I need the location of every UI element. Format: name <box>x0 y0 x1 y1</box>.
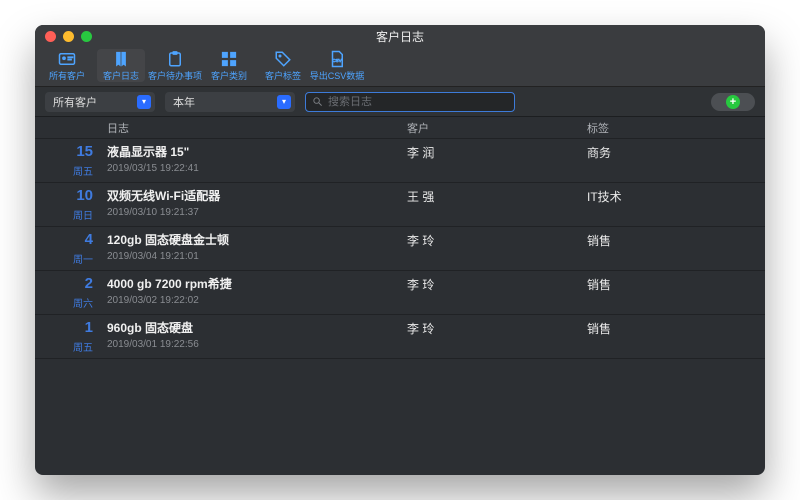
row-title: 液晶显示器 15" <box>107 143 407 160</box>
row-weekday: 周五 <box>73 339 93 354</box>
row-client: 李 玲 <box>407 276 434 293</box>
row-day: 1 <box>85 319 93 336</box>
row-day: 4 <box>85 231 93 248</box>
id-card-icon <box>58 50 76 68</box>
toolbar-client-tags[interactable]: 客户标签 <box>259 49 307 82</box>
client-filter-select[interactable]: 所有客户 ▾ <box>45 92 155 112</box>
toolbar-export-csv[interactable]: CSV 导出CSV数据 <box>313 49 361 82</box>
titlebar: 客户日志 <box>35 25 765 47</box>
row-day: 10 <box>76 187 93 204</box>
bookmarks-icon <box>112 50 130 68</box>
row-title: 960gb 固态硬盘 <box>107 319 407 336</box>
csv-file-icon: CSV <box>328 50 346 68</box>
select-value: 所有客户 <box>53 94 97 110</box>
toolbar-client-logs[interactable]: 客户日志 <box>97 49 145 82</box>
plus-icon: + <box>726 95 740 109</box>
row-title: 120gb 固态硬盘金士顿 <box>107 231 407 248</box>
row-tag: 销售 <box>587 320 611 337</box>
dropdown-arrow-icon: ▾ <box>277 95 291 109</box>
row-timestamp: 2019/03/15 19:22:41 <box>107 163 407 174</box>
toolbar-label: 客户类别 <box>211 69 247 82</box>
period-filter-select[interactable]: 本年 ▾ <box>165 92 295 112</box>
row-weekday: 周日 <box>73 207 93 222</box>
add-log-button[interactable]: + <box>711 93 755 111</box>
toolbar-label: 所有客户 <box>49 69 85 82</box>
row-tag: 销售 <box>587 276 611 293</box>
toolbar-label: 客户待办事项 <box>148 69 202 82</box>
row-timestamp: 2019/03/01 19:22:56 <box>107 339 407 350</box>
row-client: 王 强 <box>407 188 434 205</box>
column-header-client[interactable]: 客户 <box>407 123 429 135</box>
row-tag: IT技术 <box>587 188 622 205</box>
tag-icon <box>274 50 292 68</box>
dropdown-arrow-icon: ▾ <box>137 95 151 109</box>
search-input[interactable] <box>328 96 508 108</box>
toolbar: 所有客户 客户日志 客户待办事项 客户类别 客户标签 <box>35 47 765 87</box>
column-header-log[interactable]: 日志 <box>107 123 129 135</box>
row-day: 15 <box>76 143 93 160</box>
row-client: 李 润 <box>407 144 434 161</box>
search-field[interactable] <box>305 92 515 112</box>
search-icon <box>312 96 323 107</box>
row-title: 双频无线Wi-Fi适配器 <box>107 187 407 204</box>
filter-bar: 所有客户 ▾ 本年 ▾ + <box>35 87 765 117</box>
table-row[interactable]: 1 周五 960gb 固态硬盘 2019/03/01 19:22:56 李 玲 … <box>35 315 765 359</box>
toolbar-client-categories[interactable]: 客户类别 <box>205 49 253 82</box>
window-title: 客户日志 <box>35 28 765 45</box>
row-timestamp: 2019/03/10 19:21:37 <box>107 207 407 218</box>
row-title: 4000 gb 7200 rpm希捷 <box>107 275 407 292</box>
row-day: 2 <box>85 275 93 292</box>
row-tag: 销售 <box>587 232 611 249</box>
row-tag: 商务 <box>587 144 611 161</box>
app-window: 客户日志 所有客户 客户日志 客户待办事项 客户类别 <box>35 25 765 475</box>
toolbar-label: 导出CSV数据 <box>310 69 365 82</box>
table-row[interactable]: 4 周一 120gb 固态硬盘金士顿 2019/03/04 19:21:01 李… <box>35 227 765 271</box>
row-client: 李 玲 <box>407 320 434 337</box>
table-header: 日志 客户 标签 <box>35 117 765 139</box>
clipboard-icon <box>166 50 184 68</box>
svg-text:CSV: CSV <box>332 58 341 63</box>
select-value: 本年 <box>173 94 195 110</box>
row-weekday: 周一 <box>73 251 93 266</box>
row-weekday: 周五 <box>73 163 93 178</box>
toolbar-client-todos[interactable]: 客户待办事项 <box>151 49 199 82</box>
toolbar-all-clients[interactable]: 所有客户 <box>43 49 91 82</box>
log-list: 15 周五 液晶显示器 15" 2019/03/15 19:22:41 李 润 … <box>35 139 765 475</box>
row-timestamp: 2019/03/04 19:21:01 <box>107 251 407 262</box>
column-header-tag[interactable]: 标签 <box>587 123 609 135</box>
row-client: 李 玲 <box>407 232 434 249</box>
grid-icon <box>220 50 238 68</box>
toolbar-label: 客户标签 <box>265 69 301 82</box>
table-row[interactable]: 10 周日 双频无线Wi-Fi适配器 2019/03/10 19:21:37 王… <box>35 183 765 227</box>
table-row[interactable]: 15 周五 液晶显示器 15" 2019/03/15 19:22:41 李 润 … <box>35 139 765 183</box>
toolbar-label: 客户日志 <box>103 69 139 82</box>
row-weekday: 周六 <box>73 295 93 310</box>
row-timestamp: 2019/03/02 19:22:02 <box>107 295 407 306</box>
table-row[interactable]: 2 周六 4000 gb 7200 rpm希捷 2019/03/02 19:22… <box>35 271 765 315</box>
